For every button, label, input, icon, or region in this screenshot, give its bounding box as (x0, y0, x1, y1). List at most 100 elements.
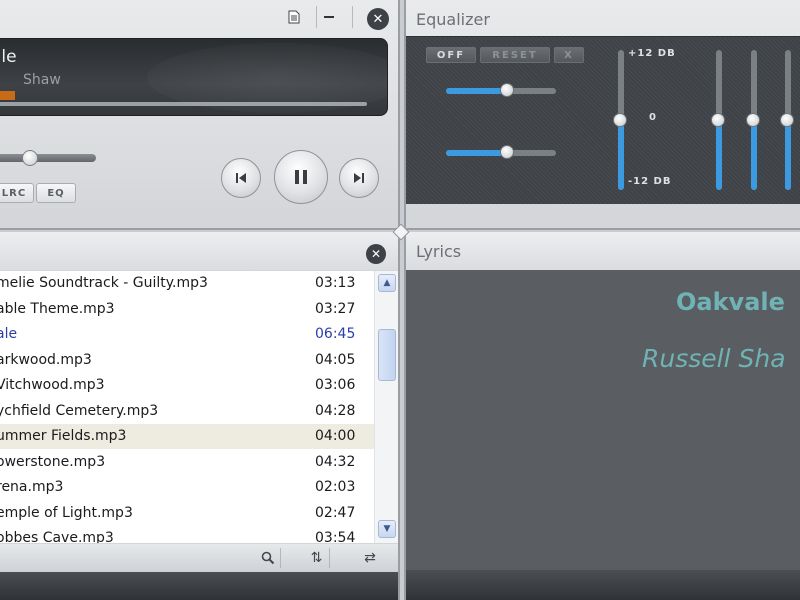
lyrics-song-title: Oakvale (676, 288, 785, 316)
eq-band-thumb[interactable] (711, 113, 725, 127)
playlist-row[interactable]: able Theme.mp3 03:27 (0, 297, 374, 322)
eq-band-slider[interactable] (711, 50, 725, 190)
playlist-toolbar: ⇅ ⇄ (0, 544, 398, 572)
playlist-row[interactable]: ummer Fields.mp3 04:00 (0, 424, 374, 449)
scroll-down-button[interactable]: ▼ (378, 520, 396, 538)
close-player-button[interactable]: ✕ (367, 8, 389, 30)
preamp-slider[interactable] (446, 145, 556, 159)
track-duration: 02:03 (315, 479, 356, 495)
pause-button[interactable] (274, 150, 328, 204)
previous-track-button[interactable] (221, 158, 261, 198)
track-name: arkwood.mp3 (0, 351, 92, 368)
lrc-button[interactable]: LRC (0, 183, 34, 203)
playlist-row[interactable]: ychfield Cemetery.mp3 04:28 (0, 399, 374, 424)
repeat-icon: ⇄ (364, 550, 376, 566)
repeat-button[interactable]: ⇄ (357, 548, 383, 568)
minimize-icon (323, 16, 334, 18)
eq-band-slider[interactable] (613, 50, 627, 190)
playlist-header: ✕ (0, 232, 398, 270)
playlist-row[interactable]: ale 06:45 (0, 322, 374, 347)
lyrics-bottom-bar (406, 570, 800, 600)
lyrics-body: Oakvale Russell Sha (406, 270, 800, 570)
eq-band-thumb[interactable] (746, 113, 760, 127)
seek-bar[interactable] (0, 102, 367, 106)
lyrics-panel: Lyrics Oakvale Russell Sha (404, 232, 800, 600)
now-playing-display: ale Shaw (0, 38, 388, 116)
db-mid-label: 0 (649, 112, 657, 123)
playlist-row[interactable]: arkwood.mp3 04:05 (0, 348, 374, 373)
playlist-row[interactable]: melie Soundtrack - Guilty.mp3 03:13 (0, 271, 374, 296)
preamp-slider-thumb[interactable] (499, 145, 514, 159)
track-duration: 04:32 (315, 453, 356, 470)
track-duration: 02:47 (315, 504, 356, 521)
db-top-label: +12 DB (628, 48, 676, 59)
eq-button[interactable]: EQ (36, 183, 76, 203)
equalizer-body: OFF RESET X +12 DB 0 -12 DB (406, 36, 800, 204)
sort-icon: ⇅ (310, 550, 323, 566)
eq-band-thumb[interactable] (613, 113, 627, 127)
track-name: rena.mp3 (0, 479, 64, 495)
track-name: ummer Fields.mp3 (0, 428, 127, 444)
close-icon: ✕ (370, 247, 382, 261)
eq-band-fill (751, 120, 757, 190)
scrollbar-thumb[interactable] (378, 329, 396, 381)
playlist-row[interactable]: Vitchwood.mp3 03:06 (0, 373, 374, 398)
lyrics-artist: Russell Sha (642, 344, 786, 373)
eq-reset-button[interactable]: RESET (480, 47, 550, 63)
eq-band-slider[interactable] (746, 50, 760, 190)
track-name: emple of Light.mp3 (0, 504, 133, 521)
elapsed-time-indicator (0, 91, 15, 100)
playlist-bottom-bar (0, 572, 398, 600)
eq-band-fill (785, 120, 791, 190)
track-duration: 03:27 (315, 300, 356, 317)
eq-band-thumb[interactable] (780, 113, 794, 127)
track-duration: 03:13 (315, 275, 356, 291)
playlist-scrollbar[interactable]: ▲ ▼ (374, 271, 398, 543)
next-track-button[interactable] (339, 158, 379, 198)
track-name: able Theme.mp3 (0, 300, 115, 317)
track-duration: 03:06 (315, 377, 356, 393)
track-duration: 04:00 (315, 428, 356, 444)
eq-x-button[interactable]: X (554, 47, 584, 63)
lyrics-title: Lyrics (416, 242, 462, 261)
minimize-button[interactable] (316, 6, 340, 28)
player-panel: ✕ ale Shaw LRC EQ (0, 0, 400, 230)
eq-band-fill (716, 120, 722, 190)
balance-slider[interactable] (446, 83, 556, 97)
playlist-row[interactable]: rena.mp3 02:03 (0, 475, 374, 500)
eq-band-fill (618, 120, 624, 190)
playlist-row[interactable]: emple of Light.mp3 02:47 (0, 501, 374, 526)
skip-back-icon (236, 173, 246, 183)
track-name: Vitchwood.mp3 (0, 377, 105, 393)
volume-slider-thumb[interactable] (22, 150, 39, 166)
playlist-row[interactable]: obbes Cave.mp3 03:54 (0, 526, 374, 543)
track-title: ale (0, 47, 17, 67)
eq-off-button[interactable]: OFF (426, 47, 476, 63)
scroll-up-button[interactable]: ▲ (378, 274, 396, 292)
preamp-slider-fill (446, 150, 507, 156)
search-icon (261, 551, 274, 565)
equalizer-panel: Equalizer OFF RESET X +12 DB 0 -12 DB (404, 0, 800, 230)
lyrics-header: Lyrics (406, 232, 800, 270)
close-playlist-button[interactable]: ✕ (366, 244, 386, 264)
sort-button[interactable]: ⇅ (304, 548, 330, 568)
track-name: ale (0, 326, 18, 342)
balance-slider-thumb[interactable] (499, 83, 514, 97)
pause-icon (295, 170, 307, 184)
chevron-up-icon: ▲ (383, 278, 391, 288)
eq-band-slider[interactable] (780, 50, 794, 190)
db-bottom-label: -12 DB (628, 176, 672, 187)
track-name: melie Soundtrack - Guilty.mp3 (0, 275, 208, 291)
player-titlebar: ✕ (0, 0, 398, 34)
search-button[interactable] (255, 548, 281, 568)
track-name: obbes Cave.mp3 (0, 530, 114, 543)
menu-button[interactable] (282, 6, 306, 28)
playlist-list: melie Soundtrack - Guilty.mp3 03:13 able T… (0, 271, 374, 543)
track-duration: 04:28 (315, 402, 356, 419)
playlist-row[interactable]: owerstone.mp3 04:32 (0, 450, 374, 475)
track-name: owerstone.mp3 (0, 453, 106, 470)
volume-slider[interactable] (0, 154, 96, 162)
balance-slider-fill (446, 88, 507, 94)
equalizer-title: Equalizer (416, 10, 490, 29)
close-icon: ✕ (372, 11, 384, 27)
